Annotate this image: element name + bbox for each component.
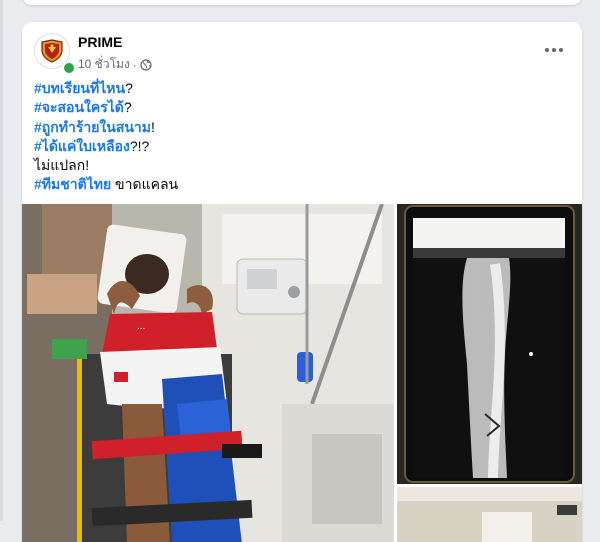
post-header: PRIME 10 ชั่วโมง · bbox=[22, 22, 582, 78]
post-line: #ทีมชาติไทย ขาดแคลน bbox=[34, 175, 554, 194]
xray-illustration bbox=[397, 204, 582, 484]
line-text: ไม่แปลก! bbox=[34, 157, 90, 174]
post-line: ไม่แปลก! bbox=[34, 156, 554, 175]
injured-player-stretcher-photo[interactable]: ... bbox=[22, 204, 394, 542]
post-media-grid: ... bbox=[22, 204, 582, 542]
line-text: ? bbox=[123, 99, 132, 116]
author-name[interactable]: PRIME bbox=[78, 34, 122, 50]
more-options-icon bbox=[545, 48, 563, 52]
partial-photo[interactable] bbox=[397, 487, 582, 542]
more-options-button[interactable] bbox=[540, 36, 568, 64]
globe-icon[interactable] bbox=[140, 58, 152, 71]
photo-illustration: ... bbox=[22, 204, 394, 542]
post-line: #ถูกทำร้ายในสนาม! bbox=[34, 118, 554, 137]
svg-text:...: ... bbox=[137, 321, 145, 332]
partial-photo-illustration bbox=[397, 487, 582, 542]
hashtag-link[interactable]: #ทีมชาติไทย bbox=[34, 176, 111, 192]
hashtag-link[interactable]: #บทเรียนที่ไหน bbox=[34, 80, 125, 96]
line-text: ? bbox=[125, 80, 133, 96]
post-line: #จะสอนใครได้? bbox=[34, 98, 554, 117]
post-line: #ได้แค่ใบเหลือง?!? bbox=[34, 137, 554, 156]
post-card: PRIME 10 ชั่วโมง · #บทเรียนที่ไหน? #จะสอ… bbox=[22, 22, 582, 542]
left-edge-strip bbox=[0, 0, 3, 521]
hashtag-link[interactable]: #ได้แค่ใบเหลือง bbox=[34, 138, 130, 154]
previous-post-card-bottom bbox=[22, 0, 582, 5]
avatar[interactable] bbox=[34, 33, 76, 75]
leg-xray-phone-photo[interactable] bbox=[397, 204, 582, 484]
line-text: ?!? bbox=[129, 137, 150, 154]
post-meta: 10 ชั่วโมง · bbox=[78, 55, 152, 74]
online-status-dot bbox=[62, 61, 76, 75]
hashtag-link[interactable]: #ถูกทำร้ายในสนาม bbox=[34, 119, 151, 135]
hashtag-link[interactable]: #จะสอนใครได้ bbox=[34, 99, 124, 115]
post-time[interactable]: 10 ชั่วโมง bbox=[78, 55, 130, 74]
post-line: #บทเรียนที่ไหน? bbox=[34, 79, 554, 98]
post-text: #บทเรียนที่ไหน? #จะสอนใครได้? #ถูกทำร้าย… bbox=[34, 79, 554, 195]
crest-logo-icon bbox=[41, 39, 63, 63]
line-text: ! bbox=[151, 118, 155, 135]
line-text: ขาดแคลน bbox=[111, 176, 179, 193]
meta-separator: · bbox=[132, 57, 137, 72]
